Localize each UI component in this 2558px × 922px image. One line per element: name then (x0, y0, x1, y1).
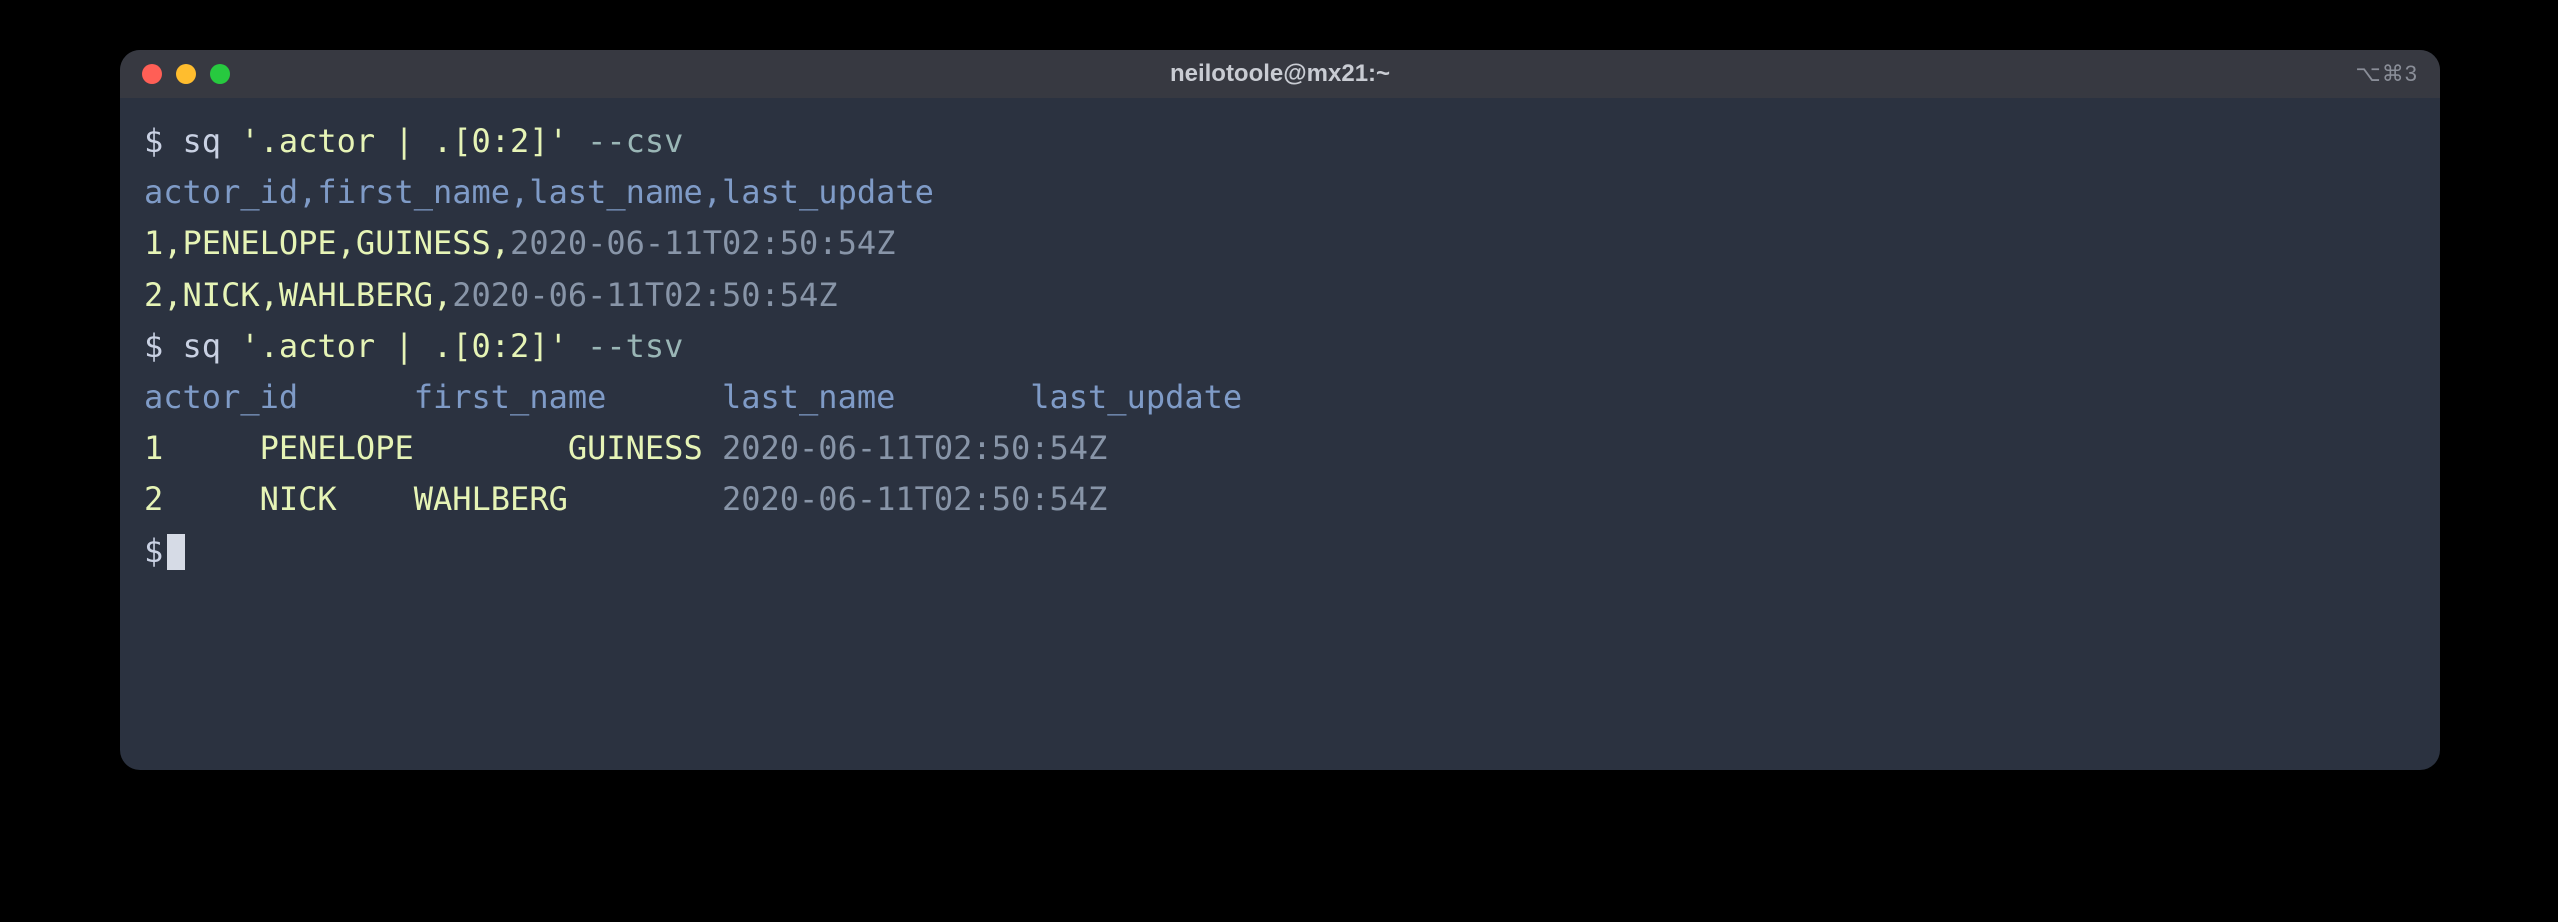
timestamp: 2020-06-11T02:50:54Z (510, 224, 895, 262)
cmd-flag: --tsv (587, 327, 683, 365)
tsv-header: actor_id first_name last_name last_updat… (144, 378, 1242, 416)
tsv-row: 1 PENELOPE GUINESS (144, 429, 722, 467)
csv-row: 1,PENELOPE,GUINESS, (144, 224, 510, 262)
csv-row: 2,NICK,WAHLBERG, (144, 276, 452, 314)
prompt: $ (144, 327, 163, 365)
minimize-icon[interactable] (176, 64, 196, 84)
csv-header: actor_id,first_name,last_name,last_updat… (144, 173, 934, 211)
tsv-row: 2 NICK WAHLBERG (144, 480, 722, 518)
terminal-body[interactable]: $ sq '.actor | .[0:2]' --csv actor_id,fi… (120, 98, 2440, 770)
sp (568, 122, 587, 160)
terminal-window: neilotoole@mx21:~ ⌥⌘3 $ sq '.actor | .[0… (120, 50, 2440, 770)
prompt: $ (144, 532, 163, 570)
titlebar: neilotoole@mx21:~ ⌥⌘3 (120, 50, 2440, 98)
cmd-arg: '.actor | .[0:2]' (240, 327, 568, 365)
window-title: neilotoole@mx21:~ (120, 60, 2440, 88)
cmd-flag: --csv (587, 122, 683, 160)
traffic-lights (142, 64, 230, 84)
cmd-text: sq (163, 327, 240, 365)
zoom-icon[interactable] (210, 64, 230, 84)
pane-indicator: ⌥⌘3 (2355, 61, 2418, 87)
cmd-arg: '.actor | .[0:2]' (240, 122, 568, 160)
prompt: $ (144, 122, 163, 160)
close-icon[interactable] (142, 64, 162, 84)
timestamp: 2020-06-11T02:50:54Z (722, 480, 1107, 518)
cmd-text: sq (163, 122, 240, 160)
cursor (167, 534, 185, 570)
sp (568, 327, 587, 365)
timestamp: 2020-06-11T02:50:54Z (722, 429, 1107, 467)
timestamp: 2020-06-11T02:50:54Z (452, 276, 837, 314)
